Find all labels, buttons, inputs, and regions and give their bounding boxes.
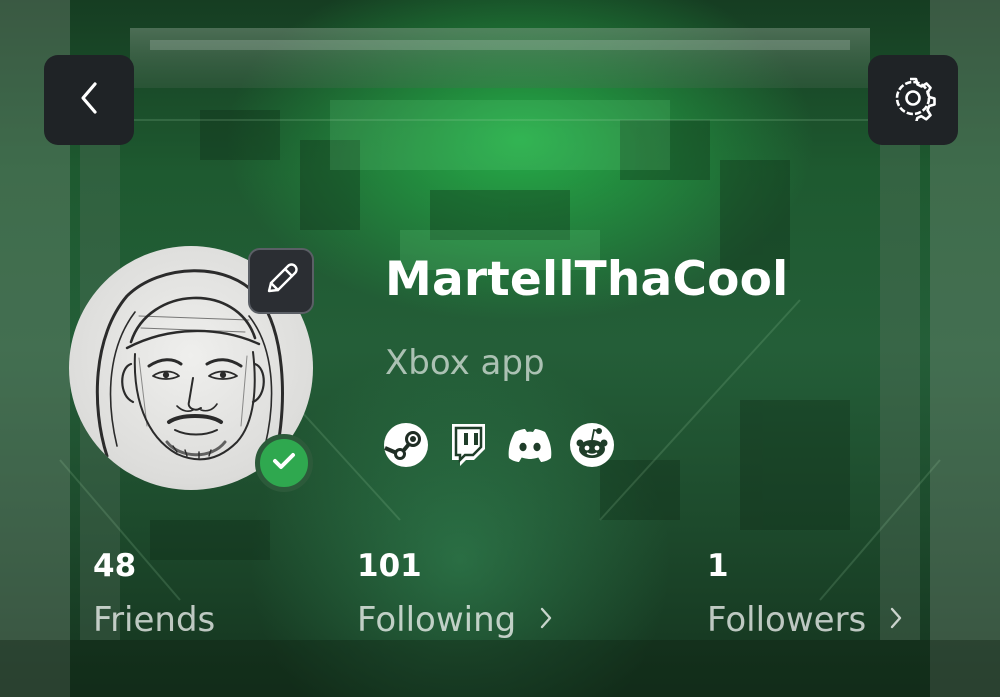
back-button[interactable] <box>44 55 134 145</box>
friends-count: 48 <box>93 548 137 584</box>
following-label: Following <box>357 600 517 640</box>
friends-stat[interactable]: 48 Friends <box>93 548 215 640</box>
platform-label: Xbox app <box>385 343 545 383</box>
settings-button[interactable] <box>868 55 958 145</box>
chevron-right-icon <box>888 605 904 635</box>
chevron-left-icon <box>75 78 103 122</box>
steam-icon <box>383 422 429 472</box>
gear-icon <box>890 75 936 125</box>
followers-count: 1 <box>707 548 729 584</box>
edit-avatar-button[interactable] <box>248 248 314 314</box>
steam-link[interactable] <box>383 422 429 472</box>
reddit-icon <box>569 422 615 472</box>
checkmark-icon <box>271 450 297 476</box>
twitch-icon <box>447 422 489 472</box>
followers-stat[interactable]: 1 Followers <box>707 548 904 640</box>
linked-accounts <box>383 422 615 472</box>
reddit-link[interactable] <box>569 422 615 472</box>
followers-label: Followers <box>707 600 867 640</box>
friends-label: Friends <box>93 600 216 640</box>
verified-badge <box>255 434 313 492</box>
chevron-right-icon <box>538 605 554 635</box>
twitch-link[interactable] <box>445 424 491 470</box>
profile-header: MartellThaCool Xbox app 48 Friends 101 F… <box>0 0 1000 697</box>
discord-link[interactable] <box>507 424 553 470</box>
discord-icon <box>507 427 553 467</box>
following-count: 101 <box>357 548 422 584</box>
pencil-icon <box>263 261 299 301</box>
following-stat[interactable]: 101 Following <box>357 548 554 640</box>
gamertag: MartellThaCool <box>385 252 789 307</box>
